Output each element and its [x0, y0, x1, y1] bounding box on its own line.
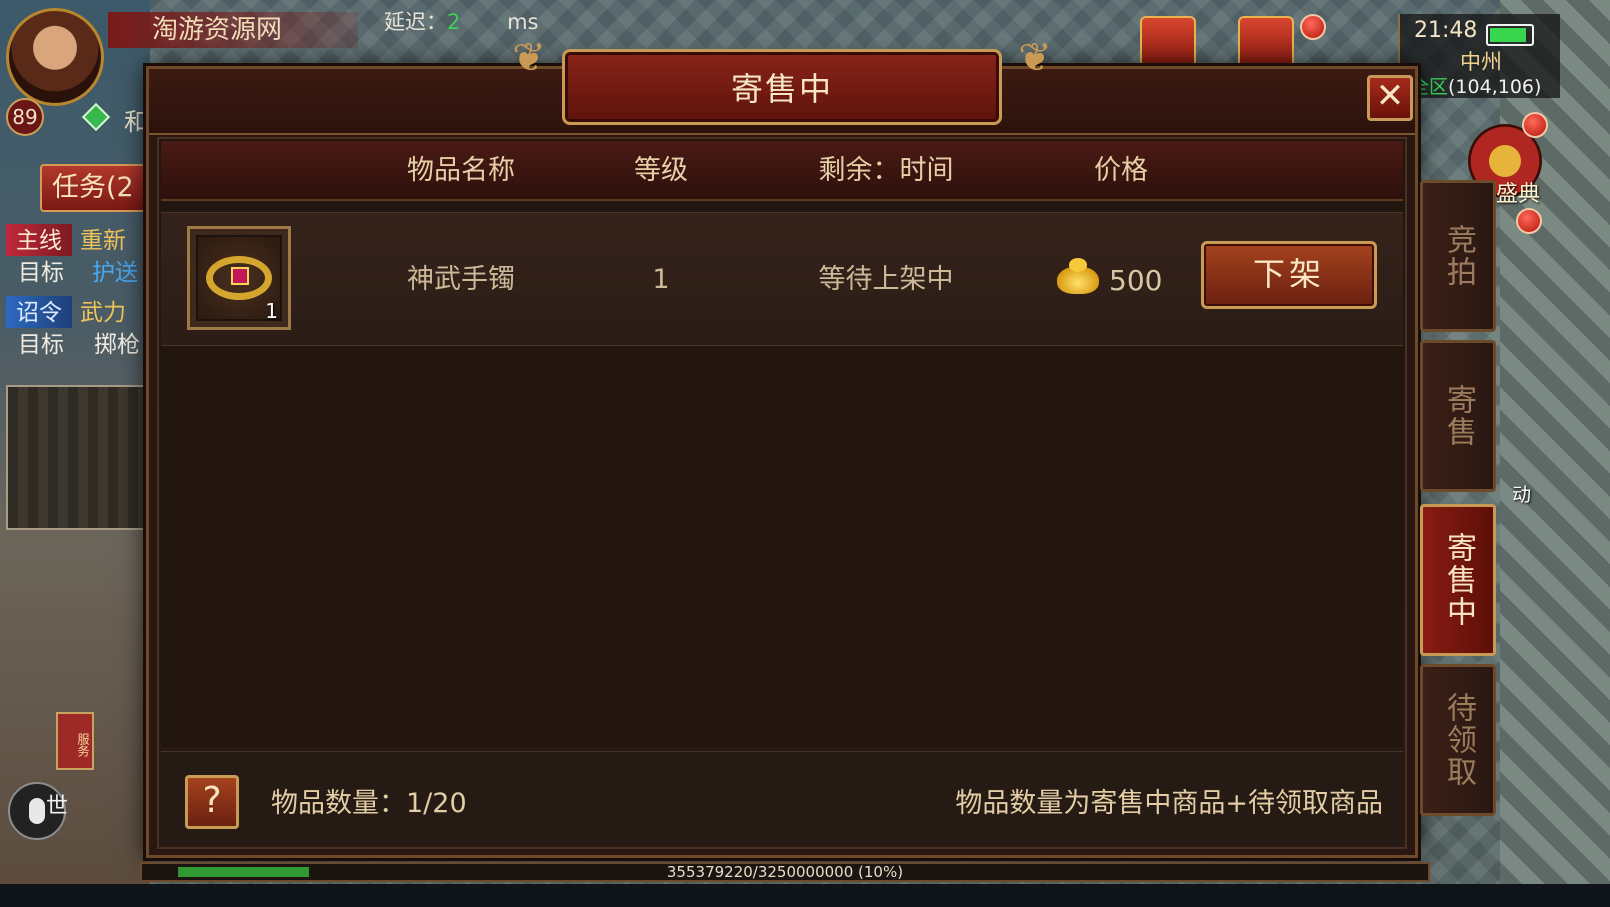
table-header: 物品名称 等级 剩余：时间 价格: [161, 141, 1403, 201]
column-header-time: 剩余：时间: [818, 155, 954, 186]
latency-label: 延迟：: [384, 10, 447, 34]
latency-indicator: 延迟：2 ms: [384, 6, 538, 36]
battery-fill: [1490, 28, 1526, 42]
gift-box-icon[interactable]: [1140, 16, 1196, 68]
item-level: 1: [652, 264, 670, 295]
item-price-value: 500: [1109, 263, 1163, 297]
task-decree-target[interactable]: 目标 掷枪: [6, 328, 151, 362]
task-title-main: 重新: [80, 228, 126, 254]
gift-box-icon-2[interactable]: [1238, 16, 1294, 68]
status-text: 和: [124, 108, 148, 136]
close-icon: ✕: [1375, 76, 1405, 116]
item-list-area[interactable]: [161, 347, 1403, 747]
bracelet-art: [206, 256, 272, 300]
item-slot[interactable]: 1: [187, 226, 291, 330]
latency-value: 2: [447, 10, 461, 34]
festival-label: 盛典: [1496, 182, 1541, 207]
item-name: 神武手镯: [407, 264, 515, 295]
task-target-detail-2: 掷枪: [94, 332, 140, 358]
latency-unit: ms: [507, 10, 539, 34]
task-tag-main: 主线: [6, 224, 72, 256]
task-decree[interactable]: 诏令 武力: [6, 296, 151, 330]
coords-value: (104,106): [1448, 76, 1542, 98]
dialog-footer: ? 物品数量：1/20 物品数量为寄售中商品+待领取商品: [161, 757, 1403, 843]
service-scroll-tag[interactable]: 服务: [56, 712, 94, 770]
world-chat-label[interactable]: 世: [46, 788, 68, 820]
coordinates: 全区(104,106): [1410, 72, 1541, 99]
player-avatar[interactable]: [6, 8, 104, 106]
column-header-name: 物品名称: [407, 155, 515, 186]
column-header-level: 等级: [634, 155, 688, 186]
player-level-badge: 89: [6, 98, 44, 136]
item-count-note: 物品数量为寄售中商品+待领取商品: [955, 788, 1383, 819]
tab-consigning[interactable]: 寄售中: [1420, 504, 1496, 656]
notification-dot-3: [1516, 208, 1542, 234]
dragon-ornament-left-icon: ❦: [512, 35, 546, 81]
experience-bar: 355379220/3250000000 (10%): [140, 862, 1430, 882]
battery-icon: [1486, 24, 1534, 46]
unlist-button[interactable]: 下架: [1201, 241, 1377, 309]
notification-dot-2: [1522, 112, 1548, 138]
item-count-label: 物品数量：1/20: [271, 788, 467, 819]
close-button[interactable]: ✕: [1367, 75, 1413, 121]
activity-label[interactable]: 动: [1512, 480, 1531, 507]
building-sprite: [6, 385, 146, 530]
footer-divider: [161, 751, 1403, 752]
table-row[interactable]: 1 神武手镯 1 等待上架中 500 下架: [161, 212, 1403, 346]
column-header-price: 价格: [1094, 155, 1148, 186]
dragon-ornament-right-icon: ❦: [1018, 35, 1052, 81]
dialog-title: 寄售中: [562, 49, 1002, 125]
bottom-strip: [0, 884, 1610, 907]
help-button[interactable]: ?: [185, 775, 239, 829]
task-target-label: 目标: [18, 260, 64, 286]
consignment-dialog: ❦ ❦ 寄售中 ✕ 物品名称 等级 剩余：时间 价格 1 神武手镯 1 等待上架…: [146, 35, 1418, 858]
task-target-detail: 护送: [92, 260, 138, 286]
experience-text: 355379220/3250000000 (10%): [666, 863, 904, 881]
task-target-label-2: 目标: [18, 332, 64, 358]
notification-dot: [1300, 14, 1326, 40]
status-panel: 21:48 中州 全区(104,106): [1398, 14, 1560, 98]
tab-to-collect[interactable]: 待领取: [1420, 664, 1496, 816]
task-title-decree: 武力: [80, 300, 126, 326]
tab-auction[interactable]: 竞拍: [1420, 180, 1496, 332]
microphone-icon: [29, 798, 45, 824]
item-remaining-time: 等待上架中: [818, 264, 954, 295]
bracelet-icon: 1: [196, 235, 282, 323]
task-button[interactable]: 任务(2: [40, 164, 148, 212]
site-name-banner: 淘游资源网: [108, 12, 358, 48]
task-main-target[interactable]: 目标 护送: [6, 256, 151, 290]
task-tag-decree: 诏令: [6, 296, 72, 328]
task-main[interactable]: 主线 重新: [6, 224, 151, 258]
item-count: 1: [265, 299, 278, 323]
clock-time: 21:48: [1414, 18, 1478, 43]
gold-ingot-icon: [1057, 258, 1099, 294]
item-price: 500: [1057, 213, 1162, 347]
tab-consign[interactable]: 寄售: [1420, 340, 1496, 492]
